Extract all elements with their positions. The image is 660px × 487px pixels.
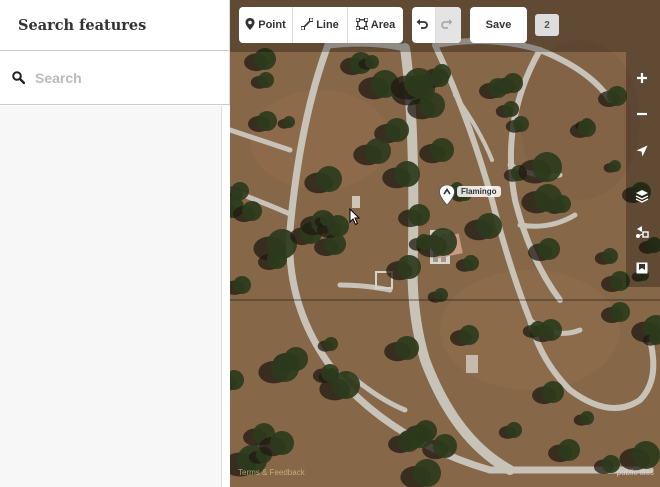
map-canvas[interactable]: Point Line Area Save 2 Flamingo Terms & …: [230, 0, 660, 487]
save-label: Save: [485, 19, 512, 31]
feature-list-panel: [0, 106, 221, 487]
map-marker-icon[interactable]: [439, 184, 455, 210]
add-feature-toolbar: Point Line Area: [239, 7, 403, 43]
undo-icon: [416, 18, 431, 33]
add-line-label: Line: [316, 19, 339, 31]
zoom-out-icon: [636, 108, 648, 120]
background-layers-button[interactable]: [630, 184, 654, 208]
zoom-in-icon: [636, 72, 648, 84]
map-data-icon: [635, 225, 649, 239]
search-bar: [0, 51, 229, 105]
area-icon: [355, 17, 371, 33]
search-icon: [12, 71, 25, 84]
layers-icon: [635, 189, 649, 203]
undo-button[interactable]: [412, 7, 436, 43]
add-line-button[interactable]: Line: [293, 7, 348, 43]
add-area-button[interactable]: Area: [348, 7, 403, 43]
zoom-in-button[interactable]: [630, 66, 654, 90]
zoom-out-button[interactable]: [630, 102, 654, 126]
redo-icon: [441, 18, 456, 33]
add-area-label: Area: [370, 19, 396, 31]
sidebar-title: Search features: [18, 16, 147, 34]
save-toolbar: Save: [470, 7, 527, 43]
issues-button[interactable]: [630, 256, 654, 280]
tiles-credit: public tiles: [616, 468, 654, 477]
redo-button[interactable]: [436, 7, 461, 43]
sidebar-header: Search features: [0, 0, 229, 51]
feature-label: Flamingo: [457, 186, 501, 197]
history-toolbar: [412, 7, 461, 43]
aerial-imagery: [230, 0, 660, 487]
mouse-cursor-icon: [349, 207, 361, 231]
geolocate-icon: [636, 145, 648, 157]
sidebar: Search features: [0, 0, 230, 487]
line-icon: [300, 17, 316, 33]
point-icon: [245, 17, 258, 33]
map-attribution[interactable]: Terms & Feedback: [238, 468, 305, 477]
issues-icon: [636, 262, 648, 274]
search-input[interactable]: [35, 69, 205, 86]
add-point-label: Point: [258, 19, 286, 31]
save-button[interactable]: Save: [470, 7, 527, 43]
add-point-button[interactable]: Point: [239, 7, 293, 43]
edit-count-badge: 2: [535, 14, 559, 36]
map-data-button[interactable]: [630, 220, 654, 244]
geolocate-button[interactable]: [630, 139, 654, 163]
sidebar-resizer[interactable]: [222, 106, 230, 487]
